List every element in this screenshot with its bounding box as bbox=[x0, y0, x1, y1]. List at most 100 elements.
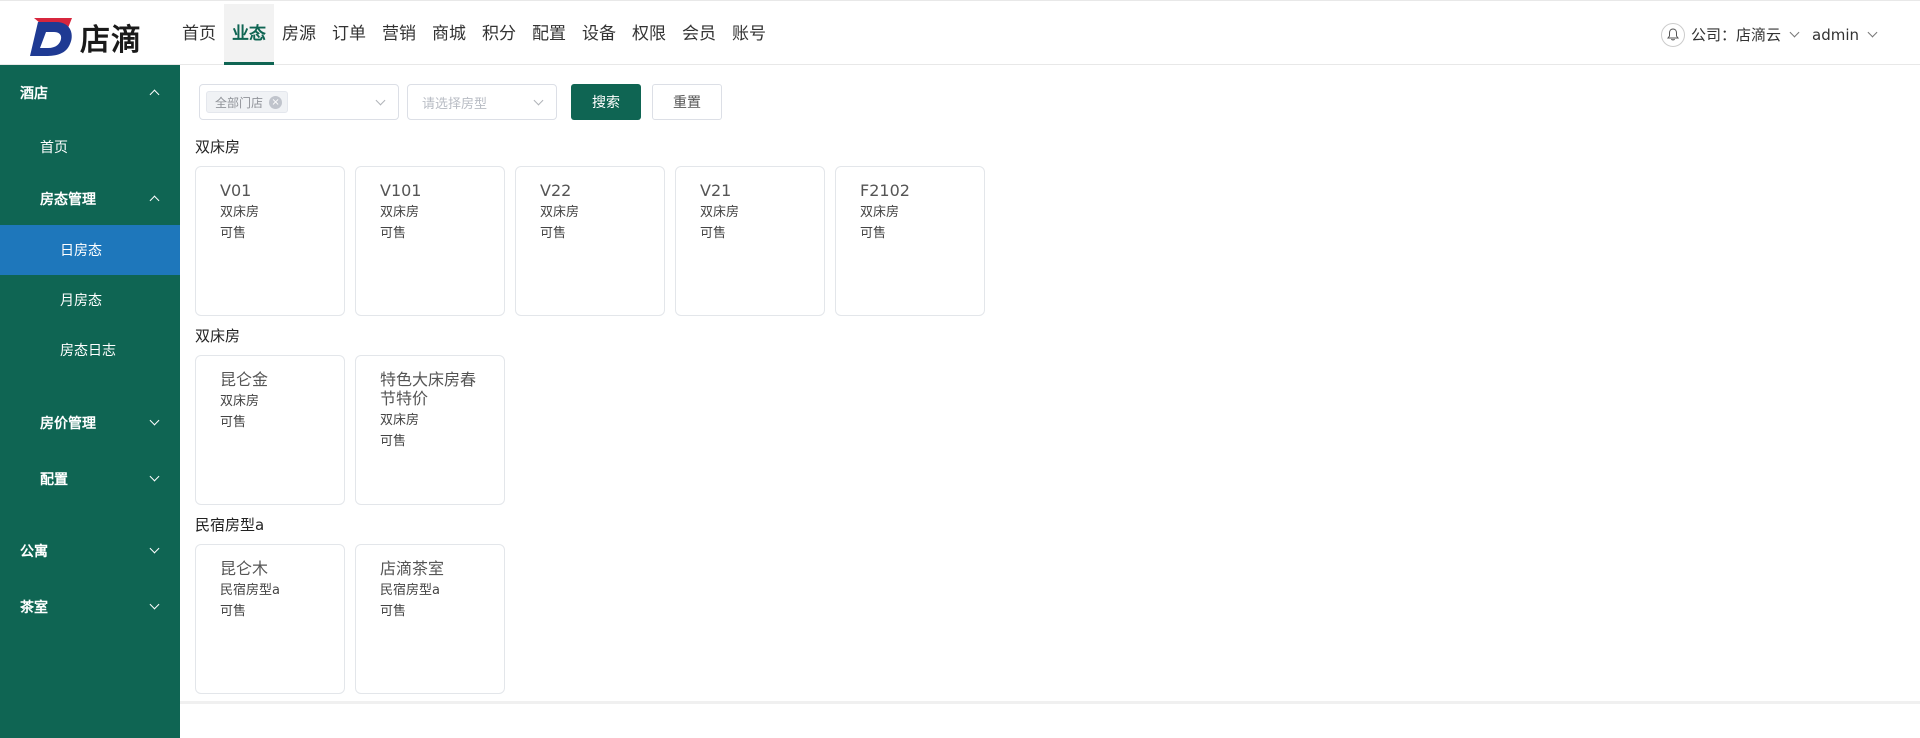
sidebar-item-room-price-mgmt[interactable]: 房价管理 bbox=[0, 395, 180, 451]
close-icon[interactable]: × bbox=[269, 95, 283, 109]
top-header: 店滴 首页 业态 房源 订单 营销 商城 积分 配置 设备 权限 会员 账号 公司：店滴云 admin bbox=[0, 4, 1920, 65]
room-group-title: 双床房 bbox=[195, 138, 241, 156]
sidebar-item-label: 房态日志 bbox=[60, 343, 116, 359]
nav-rooms[interactable]: 房源 bbox=[274, 4, 324, 65]
sidebar-item-label: 房价管理 bbox=[40, 416, 96, 432]
nav-marketing[interactable]: 营销 bbox=[374, 4, 424, 65]
sidebar: 酒店首页房态管理日房态月房态房态日志房价管理配置公寓茶室 bbox=[0, 65, 180, 738]
sidebar-item-label: 茶室 bbox=[20, 600, 48, 616]
sidebar-item-room-status-log[interactable]: 房态日志 bbox=[0, 325, 180, 375]
nav-mall[interactable]: 商城 bbox=[424, 4, 474, 65]
chevron-down-icon bbox=[149, 543, 160, 554]
room-status: 可售 bbox=[380, 226, 407, 241]
room-type: 双床房 bbox=[220, 394, 260, 409]
search-button[interactable]: 搜索 bbox=[571, 84, 641, 120]
sidebar-item-label: 日房态 bbox=[60, 243, 102, 259]
room-status: 可售 bbox=[380, 604, 407, 619]
room-type: 民宿房型a bbox=[220, 583, 280, 598]
room-type-placeholder: 请选择房型 bbox=[422, 96, 488, 112]
sidebar-item-label: 公寓 bbox=[20, 544, 48, 560]
sidebar-item-label: 酒店 bbox=[20, 86, 48, 102]
room-status: 可售 bbox=[380, 434, 407, 449]
room-status: 可售 bbox=[540, 226, 567, 241]
room-type: 双床房 bbox=[540, 205, 580, 220]
sidebar-item-apartment[interactable]: 公寓 bbox=[0, 523, 180, 579]
brand-logo[interactable]: 店滴 bbox=[28, 14, 148, 60]
chevron-up-icon bbox=[149, 89, 160, 100]
logo-d-icon bbox=[30, 18, 72, 56]
sidebar-item-home[interactable]: 首页 bbox=[0, 121, 180, 173]
nav-account[interactable]: 账号 bbox=[724, 4, 774, 65]
chevron-down-icon bbox=[533, 95, 544, 106]
main-content: 全部门店 × 请选择房型 搜索 重置 双床房 V01 双床房 可售 V101 双床房 可售 V… bbox=[180, 65, 1920, 705]
sidebar-item-tea-room[interactable]: 茶室 bbox=[0, 579, 180, 635]
room-status: 可售 bbox=[220, 604, 247, 619]
logo-text: 店滴 bbox=[80, 23, 142, 58]
room-type: 双床房 bbox=[380, 413, 420, 428]
room-card[interactable]: V21 双床房可售 bbox=[675, 166, 825, 316]
nav-config[interactable]: 配置 bbox=[524, 4, 574, 65]
sidebar-item-label: 配置 bbox=[40, 472, 68, 488]
chevron-down-icon bbox=[149, 415, 160, 426]
bell-icon[interactable] bbox=[1660, 22, 1685, 47]
chevron-down-icon bbox=[375, 95, 386, 106]
store-select[interactable]: 全部门店 × bbox=[199, 84, 399, 120]
sidebar-item-label: 月房态 bbox=[60, 293, 102, 309]
nav-permissions[interactable]: 权限 bbox=[624, 4, 674, 65]
sidebar-item-monthly-room-status[interactable]: 月房态 bbox=[0, 275, 180, 325]
room-name: F2102 bbox=[860, 181, 910, 200]
sidebar-item-label: 房态管理 bbox=[40, 192, 96, 208]
room-name: V01 bbox=[220, 181, 252, 200]
sidebar-item-room-status-mgmt[interactable]: 房态管理 bbox=[0, 173, 180, 225]
room-card[interactable]: 特色大床房春节特价双床房可售 bbox=[355, 355, 505, 505]
room-status: 可售 bbox=[860, 226, 887, 241]
company-selector[interactable]: 公司：店滴云 bbox=[1691, 24, 1781, 45]
chevron-up-icon bbox=[149, 195, 160, 206]
sidebar-item-config[interactable]: 配置 bbox=[0, 451, 180, 507]
room-status: 可售 bbox=[700, 226, 727, 241]
nav-devices[interactable]: 设备 bbox=[574, 4, 624, 65]
room-type: 民宿房型a bbox=[380, 583, 440, 598]
room-card[interactable]: V01 双床房可售 bbox=[195, 166, 345, 316]
room-card[interactable]: V101 双床房可售 bbox=[355, 166, 505, 316]
room-card[interactable]: V22 双床房可售 bbox=[515, 166, 665, 316]
main-nav: 首页 业态 房源 订单 营销 商城 积分 配置 设备 权限 会员 账号 bbox=[174, 4, 774, 65]
nav-points[interactable]: 积分 bbox=[474, 4, 524, 65]
room-card[interactable]: 昆仑金 双床房 可售 bbox=[195, 355, 345, 505]
reset-button[interactable]: 重置 bbox=[652, 84, 722, 120]
nav-members[interactable]: 会员 bbox=[674, 4, 724, 65]
room-name: V101 bbox=[380, 181, 422, 200]
user-menu[interactable]: admin bbox=[1812, 26, 1859, 44]
content-bottom-border bbox=[180, 701, 1920, 704]
filter-bar: 全部门店 × 请选择房型 搜索 重置 bbox=[199, 84, 722, 120]
nav-home[interactable]: 首页 bbox=[174, 4, 224, 65]
header-user-area: 公司：店滴云 admin bbox=[1660, 4, 1890, 65]
room-name: 昆仑木 bbox=[220, 559, 269, 578]
room-name: 特色大床房春节特价 bbox=[380, 370, 477, 408]
room-group-title: 民宿房型a bbox=[195, 516, 265, 534]
room-type: 双床房 bbox=[220, 205, 260, 220]
room-type: 双床房 bbox=[700, 205, 740, 220]
room-status: 可售 bbox=[220, 415, 247, 430]
room-status: 可售 bbox=[220, 226, 247, 241]
nav-orders[interactable]: 订单 bbox=[324, 4, 374, 65]
room-card[interactable]: 昆仑木民宿房型a 可售 bbox=[195, 544, 345, 694]
chevron-down-icon bbox=[1867, 27, 1878, 38]
sidebar-item-hotel[interactable]: 酒店 bbox=[0, 65, 180, 121]
chevron-down-icon bbox=[149, 599, 160, 610]
room-card[interactable]: F2102 双床房可售 bbox=[835, 166, 985, 316]
store-tag-label: 全部门店 bbox=[215, 95, 264, 110]
sidebar-item-daily-room-status[interactable]: 日房态 bbox=[0, 225, 180, 275]
sidebar-item-label: 首页 bbox=[40, 140, 68, 156]
room-name: 昆仑金 bbox=[220, 370, 269, 389]
chevron-down-icon bbox=[1789, 27, 1800, 38]
chevron-down-icon bbox=[149, 471, 160, 482]
nav-business[interactable]: 业态 bbox=[224, 4, 274, 65]
room-type: 双床房 bbox=[380, 205, 420, 220]
room-type-select[interactable]: 请选择房型 bbox=[407, 84, 557, 120]
store-tag: 全部门店 × bbox=[206, 91, 289, 113]
room-name: V22 bbox=[540, 181, 572, 200]
room-name: V21 bbox=[700, 181, 732, 200]
room-type: 双床房 bbox=[860, 205, 900, 220]
room-card[interactable]: 店滴茶室 民宿房型a 可售 bbox=[355, 544, 505, 694]
